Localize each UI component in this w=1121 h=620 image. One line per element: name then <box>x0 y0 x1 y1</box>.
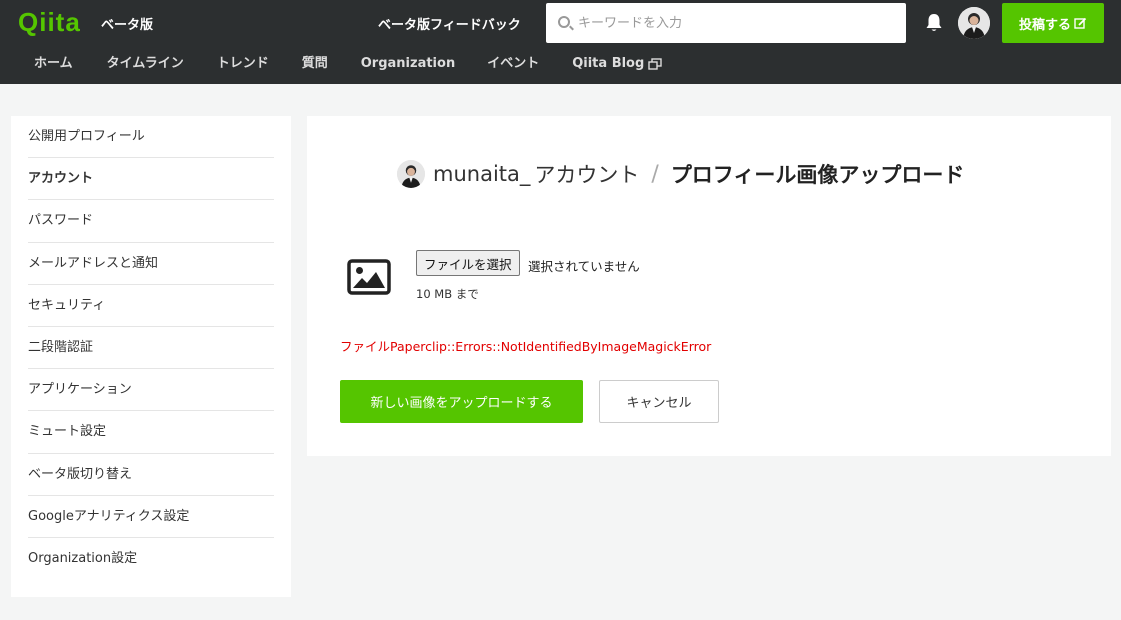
upload-panel: munaita_ アカウント / プロフィール画像アップロード ファイルを選択 … <box>307 116 1111 456</box>
nav-timeline[interactable]: タイムライン <box>107 46 184 82</box>
sidebar-item-email-notifications[interactable]: メールアドレスと通知 <box>28 243 274 285</box>
post-article-button[interactable]: 投稿する <box>1002 3 1104 43</box>
sidebar-item-public-profile[interactable]: 公開用プロフィール <box>28 116 274 159</box>
sidebar-item-two-factor[interactable]: 二段階認証 <box>28 327 274 370</box>
external-link-icon <box>648 58 662 70</box>
account-breadcrumb[interactable]: アカウント <box>534 159 639 189</box>
sidebar-item-applications[interactable]: アプリケーション <box>28 369 274 412</box>
beta-feedback-link[interactable]: ベータ版フィードバック <box>378 14 521 33</box>
sidebar-item-mute[interactable]: ミュート設定 <box>28 411 274 454</box>
nav-events[interactable]: イベント <box>487 46 539 82</box>
choose-file-button[interactable]: ファイルを選択 <box>416 250 520 276</box>
upload-image-button[interactable]: 新しい画像をアップロードする <box>340 380 583 423</box>
settings-sidebar: 公開用プロフィール アカウント パスワード メールアドレスと通知 セキュリティ … <box>11 116 291 597</box>
sidebar-item-beta-switch[interactable]: ベータ版切り替え <box>28 454 274 496</box>
breadcrumb-separator: / <box>651 161 659 187</box>
sidebar-item-organization[interactable]: Organization設定 <box>28 538 274 580</box>
page-heading: munaita_ アカウント / プロフィール画像アップロード <box>397 158 964 190</box>
file-size-limit: 10 MB まで <box>416 287 479 301</box>
user-avatar[interactable] <box>958 7 990 39</box>
qiita-logo[interactable]: Qiita <box>18 7 81 38</box>
beta-label: ベータ版 <box>101 18 154 33</box>
nav-home[interactable]: ホーム <box>34 46 73 82</box>
file-status: 選択されていません <box>528 259 640 274</box>
search-input[interactable] <box>578 3 898 43</box>
sidebar-item-password[interactable]: パスワード <box>28 200 274 243</box>
global-nav: ホーム タイムライン トレンド 質問 Organization イベント Qii… <box>0 46 662 84</box>
image-icon <box>347 259 391 295</box>
global-header: Qiita ベータ版 ベータ版フィードバック 投稿する ホーム タイムライン ト… <box>0 0 1121 84</box>
page-title: プロフィール画像アップロード <box>670 163 965 187</box>
nav-organization[interactable]: Organization <box>361 46 455 82</box>
username[interactable]: munaita_ <box>433 162 530 186</box>
nav-questions[interactable]: 質問 <box>302 46 328 82</box>
post-button-label: 投稿する <box>1018 17 1071 33</box>
cancel-button[interactable]: キャンセル <box>599 380 719 423</box>
sidebar-item-security[interactable]: セキュリティ <box>28 285 274 327</box>
sidebar-item-account[interactable]: アカウント <box>28 158 274 201</box>
edit-icon <box>1074 17 1087 29</box>
sidebar-item-google-analytics[interactable]: Googleアナリティクス設定 <box>28 496 274 538</box>
search-icon <box>558 16 570 28</box>
upload-error-message: ファイルPaperclip::Errors::NotIdentifiedByIm… <box>340 339 712 354</box>
avatar <box>958 7 990 39</box>
search-box <box>546 3 906 43</box>
nav-qiita-blog[interactable]: Qiita Blog <box>572 46 662 82</box>
bell-icon[interactable] <box>925 13 943 33</box>
nav-qiita-blog-label: Qiita Blog <box>572 56 645 71</box>
avatar <box>397 160 425 188</box>
user-avatar-small <box>397 160 425 188</box>
nav-trend[interactable]: トレンド <box>217 46 269 82</box>
